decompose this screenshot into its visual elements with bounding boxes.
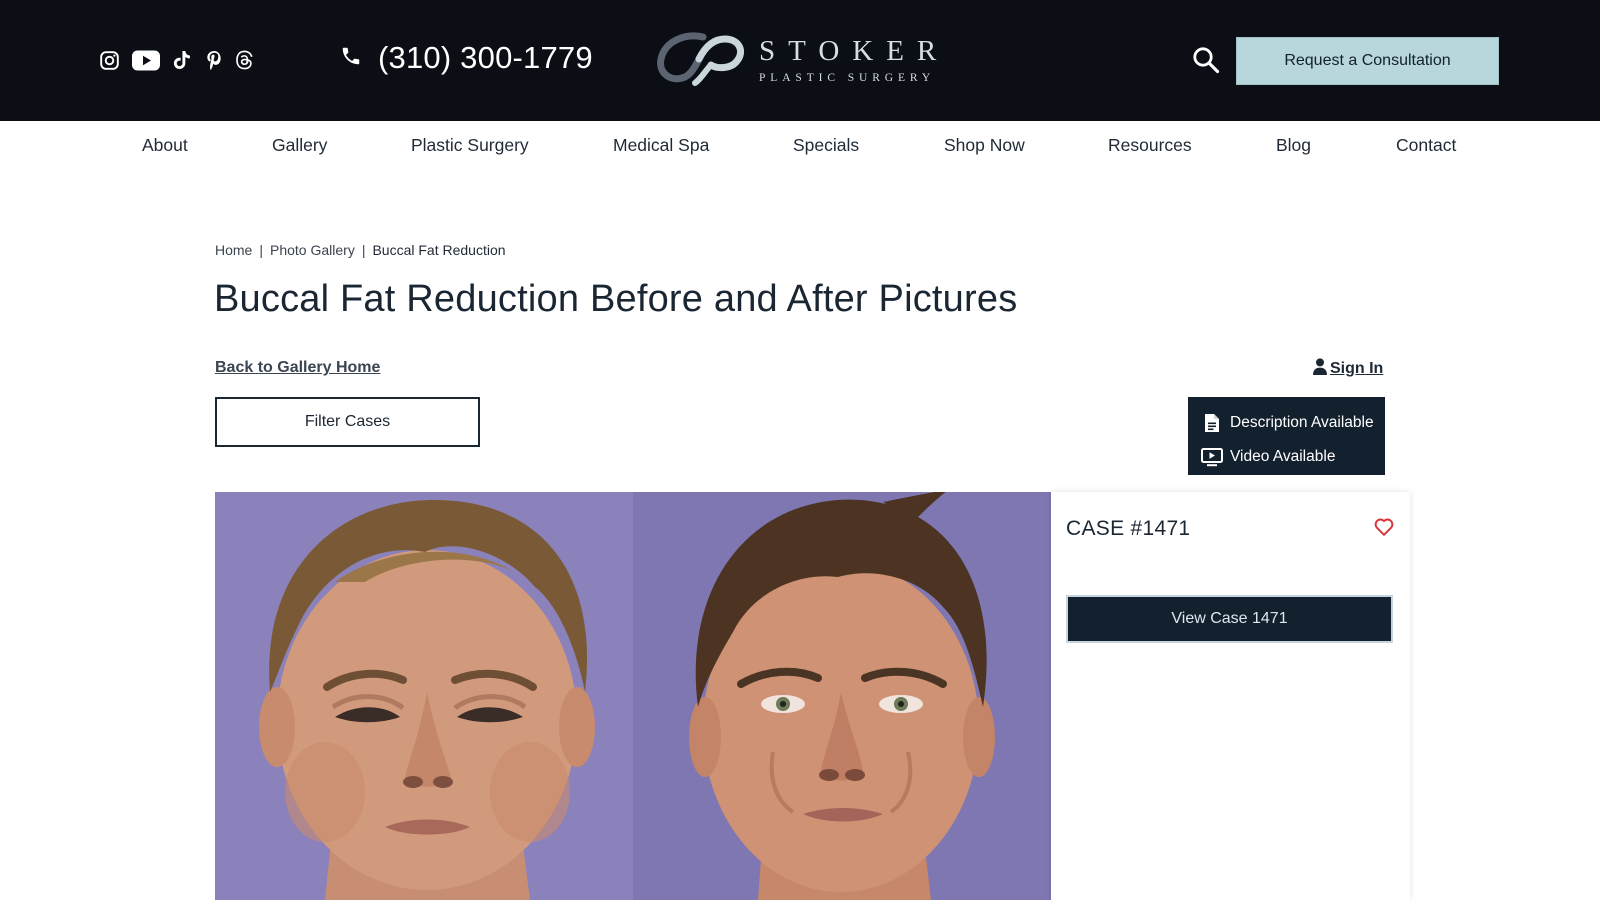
nav-item-medical-spa[interactable]: Medical Spa [613, 135, 709, 156]
search-icon[interactable] [1192, 46, 1220, 79]
social-links [98, 47, 253, 73]
breadcrumb-separator: | [259, 242, 263, 258]
case-card: CASE #1471 View Case 1471 [1051, 492, 1410, 900]
nav-item-shop-now[interactable]: Shop Now [944, 135, 1025, 156]
video-icon [1200, 447, 1224, 467]
view-case-button[interactable]: View Case 1471 [1066, 595, 1393, 643]
breadcrumb: Home | Photo Gallery | Buccal Fat Reduct… [215, 242, 506, 258]
document-icon [1200, 413, 1224, 433]
nav-item-specials[interactable]: Specials [793, 135, 859, 156]
phone-link[interactable]: (310) 300-1779 [340, 40, 593, 76]
request-consultation-button[interactable]: Request a Consultation [1236, 37, 1499, 85]
nav-item-about[interactable]: About [142, 135, 188, 156]
user-icon [1313, 358, 1327, 380]
legend-description-label: Description Available [1230, 414, 1374, 431]
instagram-icon[interactable] [98, 50, 120, 71]
legend-description: Description Available [1188, 406, 1385, 440]
case-photos[interactable] [215, 492, 1051, 900]
breadcrumb-separator: | [361, 242, 366, 258]
breadcrumb-photo-gallery[interactable]: Photo Gallery [270, 242, 355, 258]
logo-name: STOKER [759, 35, 950, 67]
legend-video-label: Video Available [1230, 448, 1336, 465]
nav-item-gallery[interactable]: Gallery [272, 135, 327, 156]
site-header: (310) 300-1779 STOKER PLASTIC SURGERY Re… [0, 0, 1600, 121]
after-photo[interactable] [633, 492, 1051, 900]
logo-wordmark: STOKER PLASTIC SURGERY [759, 36, 949, 86]
filter-cases-button[interactable]: Filter Cases [215, 397, 480, 447]
page-title: Buccal Fat Reduction Before and After Pi… [214, 278, 1018, 320]
availability-legend: Description Available Video Available [1188, 397, 1385, 475]
sign-in-label[interactable]: Sign In [1330, 360, 1383, 378]
phone-number[interactable]: (310) 300-1779 [378, 40, 593, 76]
phone-icon [340, 45, 362, 72]
sign-in-link[interactable]: Sign In [1313, 358, 1383, 380]
main-nav: About Gallery Plastic Surgery Medical Sp… [0, 121, 1600, 171]
nav-item-contact[interactable]: Contact [1396, 135, 1456, 156]
logo-tagline: PLASTIC SURGERY [759, 72, 936, 84]
tiktok-icon[interactable] [172, 50, 192, 70]
youtube-icon[interactable] [132, 50, 160, 71]
logo-mark-icon [655, 31, 751, 92]
back-to-gallery-link[interactable]: Back to Gallery Home [215, 359, 380, 377]
nav-item-plastic-surgery[interactable]: Plastic Surgery [411, 135, 529, 156]
stoker-logo[interactable]: STOKER PLASTIC SURGERY [655, 30, 945, 92]
before-photo[interactable] [215, 492, 633, 900]
case-title: CASE #1471 [1066, 517, 1191, 540]
pinterest-icon[interactable] [205, 50, 223, 71]
nav-item-resources[interactable]: Resources [1108, 135, 1192, 156]
heart-icon[interactable] [1374, 518, 1394, 541]
nav-item-blog[interactable]: Blog [1276, 135, 1311, 156]
breadcrumb-current: Buccal Fat Reduction [372, 242, 506, 258]
legend-video: Video Available [1188, 440, 1385, 474]
threads-icon[interactable] [235, 50, 253, 70]
breadcrumb-home[interactable]: Home [215, 242, 252, 258]
